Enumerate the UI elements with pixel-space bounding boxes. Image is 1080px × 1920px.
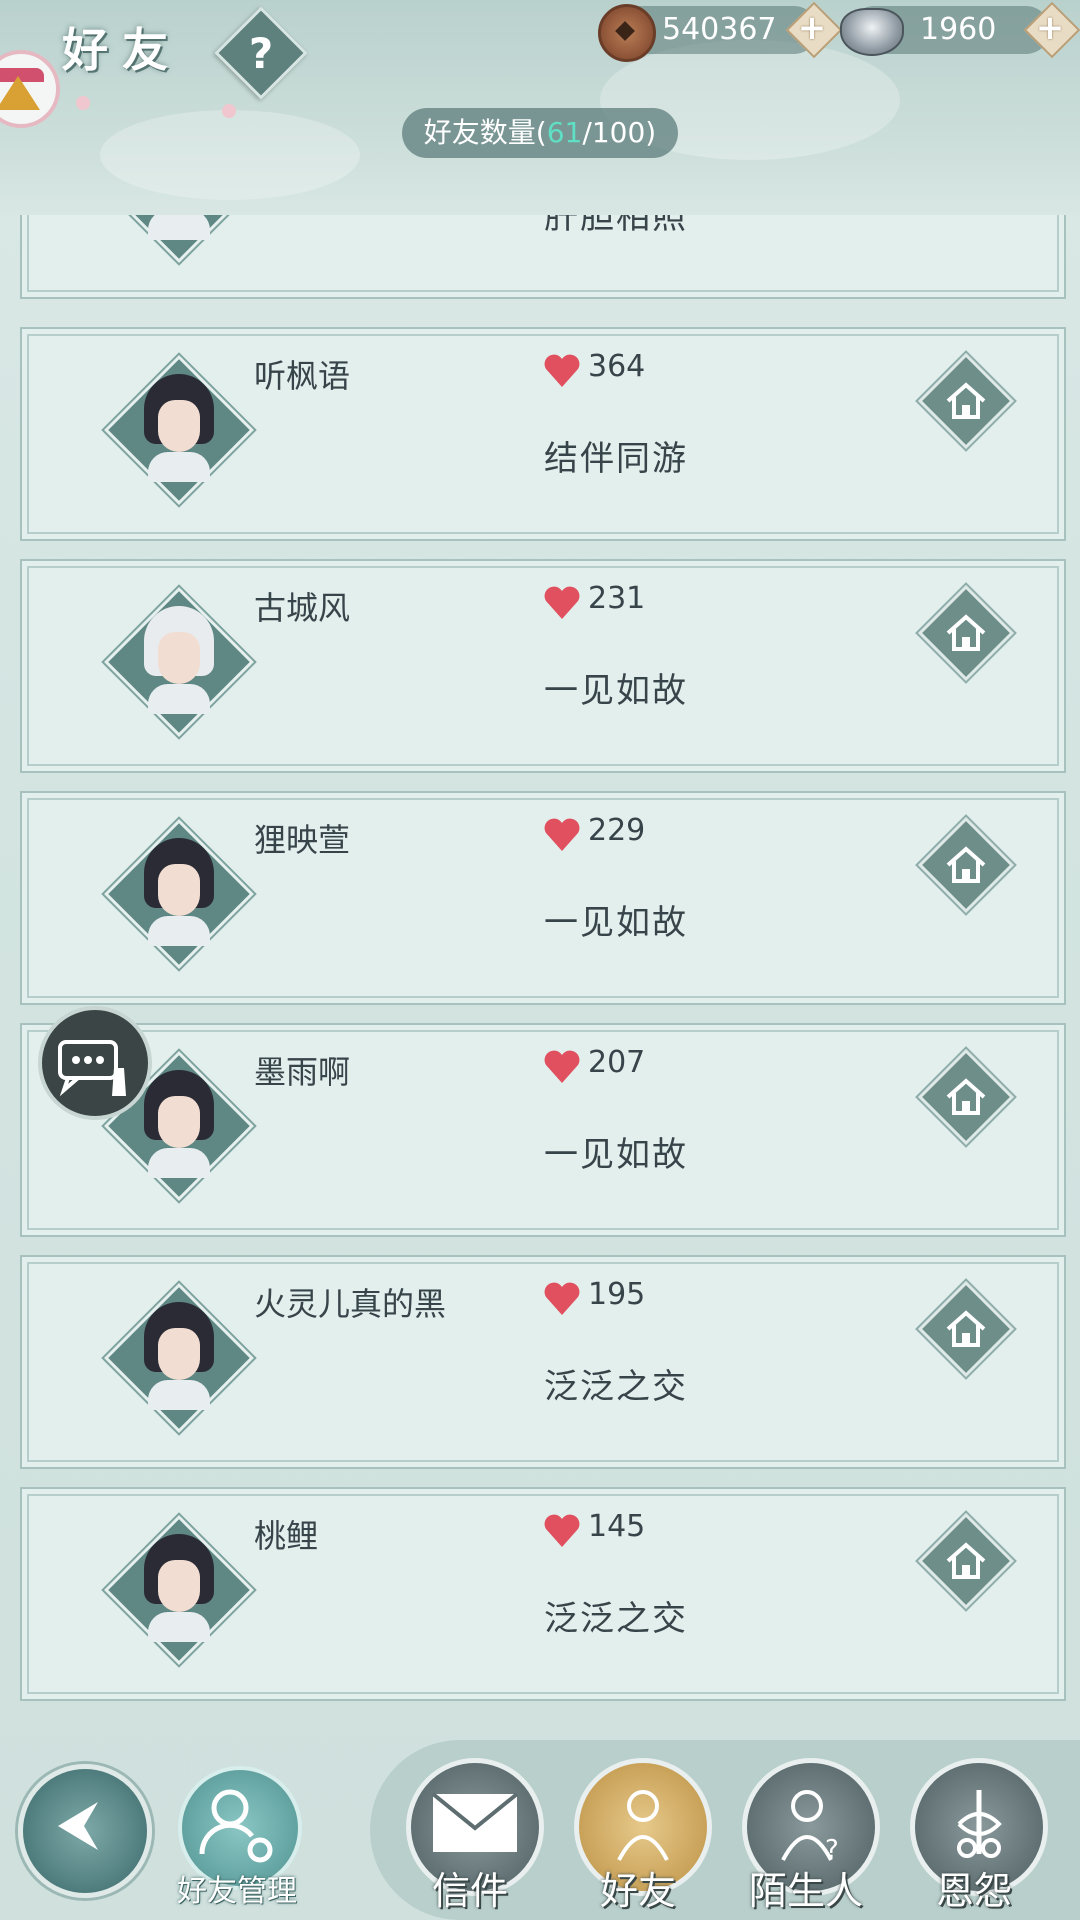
friend-name: 古城风	[254, 589, 351, 627]
friend-name: 墨雨啊	[254, 1053, 351, 1091]
friend-card[interactable]: 桃鲤 145 泛泛之交	[20, 1487, 1066, 1701]
intimacy-score: 231	[588, 581, 646, 616]
avatar[interactable]	[144, 838, 214, 946]
heart-icon	[544, 586, 580, 619]
avatar[interactable]	[144, 215, 214, 240]
friend-name: 火灵儿真的黑	[254, 1285, 447, 1323]
intimacy-score: 364	[588, 349, 646, 384]
avatar[interactable]	[144, 1302, 214, 1410]
envelope-icon[interactable]	[411, 1784, 539, 1864]
relation-label: 一见如故	[544, 671, 688, 711]
copper-amount: 540367	[662, 12, 777, 47]
home-icon[interactable]	[940, 607, 992, 659]
friend-name: 狸映萱	[254, 821, 351, 859]
relation-label: 泛泛之交	[544, 1367, 688, 1407]
relation-label: 泛泛之交	[544, 1599, 688, 1639]
intimacy-score: 195	[588, 1277, 646, 1312]
tab-stranger-label[interactable]: 陌生人	[736, 1860, 876, 1915]
heart-icon	[544, 1050, 580, 1083]
help-icon[interactable]: ?	[228, 20, 294, 86]
feud-icon[interactable]	[915, 1784, 1043, 1864]
tab-mail-label[interactable]: 信件	[400, 1860, 540, 1915]
intimacy-score: 145	[588, 1509, 646, 1544]
home-icon[interactable]	[940, 839, 992, 891]
heart-icon	[544, 354, 580, 387]
home-icon[interactable]	[940, 375, 992, 427]
avatar[interactable]	[144, 606, 214, 714]
back-arrow-icon[interactable]	[18, 1764, 142, 1888]
chat-bubble-button[interactable]	[38, 1006, 152, 1120]
back-button[interactable]	[18, 1764, 152, 1898]
avatar[interactable]	[144, 374, 214, 482]
friend-count-current: 61	[546, 116, 583, 149]
friend-card[interactable]: 狸映萱 229 一见如故	[20, 791, 1066, 1005]
cloud-decoration	[100, 110, 360, 200]
friend-card[interactable]: 听枫语 364 结伴同游	[20, 327, 1066, 541]
blossom-decoration	[76, 96, 90, 110]
plus-icon[interactable]: +	[1030, 8, 1070, 48]
tab-friends-label[interactable]: 好友	[568, 1860, 708, 1915]
relation-label: 一见如故	[544, 1135, 688, 1175]
friend-card[interactable]: 火灵儿真的黑 195 泛泛之交	[20, 1255, 1066, 1469]
tab-feud-label[interactable]: 恩怨	[904, 1860, 1044, 1915]
friend-count-max: 100	[591, 116, 646, 149]
home-icon[interactable]	[940, 1535, 992, 1587]
avatar[interactable]	[144, 1534, 214, 1642]
stranger-icon[interactable]: ?	[747, 1784, 875, 1864]
intimacy-score: 229	[588, 813, 646, 848]
chat-bubble-icon[interactable]	[42, 1010, 148, 1116]
friend-name: 听枫语	[254, 357, 351, 395]
friend-count-badge: 好友数量(61/100)	[402, 108, 678, 158]
relation-label: 肝胆相照	[544, 215, 688, 237]
friend-card[interactable]: 古城风 231 一见如故	[20, 559, 1066, 773]
relation-label: 一见如故	[544, 903, 688, 943]
plus-icon[interactable]: +	[792, 8, 832, 48]
friend-list[interactable]: 肝胆相照 听枫语 364 结伴同游 古城风 231 一见如故 狸映萱 229 一…	[0, 215, 1080, 1710]
avatar[interactable]	[144, 1070, 214, 1178]
silver-amount: 1960	[920, 12, 997, 47]
friend-count-label: 好友数量	[423, 116, 536, 149]
intimacy-score: 207	[588, 1045, 646, 1080]
friend-icon[interactable]	[579, 1784, 707, 1864]
friend-card[interactable]: 肝胆相照	[20, 215, 1066, 299]
friend-card[interactable]: 墨雨啊 207 一见如故	[20, 1023, 1066, 1237]
blossom-decoration	[222, 104, 236, 118]
silver-ingot-icon	[840, 8, 904, 56]
relation-label: 结伴同游	[544, 439, 688, 479]
home-icon[interactable]	[940, 1071, 992, 1123]
friend-name: 桃鲤	[254, 1517, 319, 1555]
home-icon[interactable]	[940, 1303, 992, 1355]
heart-icon	[544, 1282, 580, 1315]
user-settings-icon[interactable]	[178, 1766, 294, 1882]
heart-icon	[544, 818, 580, 851]
page-title: 好友	[62, 23, 182, 77]
copper-coin-icon	[598, 4, 656, 62]
heart-icon	[544, 1514, 580, 1547]
friend-manage-label[interactable]: 好友管理	[164, 1866, 310, 1910]
